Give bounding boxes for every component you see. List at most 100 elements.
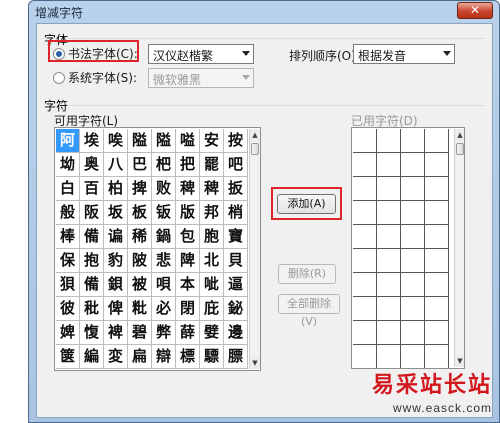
scroll-down-icon[interactable]: ▼: [250, 357, 260, 369]
char-cell[interactable]: 膘: [224, 345, 248, 369]
char-cell[interactable]: 百: [80, 177, 104, 201]
char-cell[interactable]: 邊: [224, 321, 248, 345]
used-char-cell[interactable]: [353, 129, 377, 153]
close-button[interactable]: ✕: [457, 2, 493, 19]
char-cell[interactable]: 阿: [56, 129, 80, 153]
used-char-cell[interactable]: [401, 225, 425, 249]
used-char-cell[interactable]: [353, 249, 377, 273]
char-cell[interactable]: 邦: [200, 201, 224, 225]
char-cell[interactable]: 版: [176, 201, 200, 225]
used-char-cell[interactable]: [401, 273, 425, 297]
char-cell[interactable]: 隘: [152, 129, 176, 153]
char-cell[interactable]: 悲: [152, 249, 176, 273]
used-char-cell[interactable]: [377, 249, 401, 273]
char-cell[interactable]: 編: [80, 345, 104, 369]
scroll-thumb[interactable]: [251, 143, 259, 155]
char-cell[interactable]: 庇: [200, 297, 224, 321]
used-char-cell[interactable]: [401, 201, 425, 225]
char-cell[interactable]: 本: [176, 273, 200, 297]
char-cell[interactable]: 裨: [104, 321, 128, 345]
char-cell[interactable]: 包: [176, 225, 200, 249]
used-char-cell[interactable]: [377, 297, 401, 321]
used-char-cell[interactable]: [353, 153, 377, 177]
char-cell[interactable]: 北: [200, 249, 224, 273]
char-cell[interactable]: 般: [56, 201, 80, 225]
used-char-cell[interactable]: [377, 225, 401, 249]
char-cell[interactable]: 扳: [224, 177, 248, 201]
char-cell[interactable]: 败: [152, 177, 176, 201]
available-scrollbar[interactable]: ▲ ▼: [249, 129, 260, 369]
used-char-cell[interactable]: [425, 177, 449, 201]
char-cell[interactable]: 吧: [224, 153, 248, 177]
used-char-cell[interactable]: [425, 345, 449, 368]
used-chars-grid[interactable]: ▲ ▼: [351, 127, 465, 369]
used-char-cell[interactable]: [401, 345, 425, 368]
char-cell[interactable]: 粃: [128, 297, 152, 321]
used-char-cell[interactable]: [377, 201, 401, 225]
char-cell[interactable]: 罷: [200, 153, 224, 177]
scroll-down-icon[interactable]: ▼: [455, 355, 464, 367]
char-cell[interactable]: 愎: [80, 321, 104, 345]
char-cell[interactable]: 唉: [104, 129, 128, 153]
char-cell[interactable]: 碧: [128, 321, 152, 345]
char-cell[interactable]: 八: [104, 153, 128, 177]
used-char-cell[interactable]: [425, 201, 449, 225]
char-cell[interactable]: 棒: [56, 225, 80, 249]
title-bar[interactable]: 增减字符 ✕: [29, 1, 499, 23]
scroll-thumb[interactable]: [456, 143, 464, 155]
used-char-cell[interactable]: [425, 249, 449, 273]
char-cell[interactable]: 俾: [104, 297, 128, 321]
char-cell[interactable]: 箧: [56, 345, 80, 369]
char-cell[interactable]: 貝: [224, 249, 248, 273]
used-char-cell[interactable]: [425, 153, 449, 177]
char-cell[interactable]: 按: [224, 129, 248, 153]
char-cell[interactable]: 被: [128, 273, 152, 297]
used-char-cell[interactable]: [425, 225, 449, 249]
used-char-cell[interactable]: [377, 273, 401, 297]
char-cell[interactable]: 稀: [128, 225, 152, 249]
char-cell[interactable]: 呲: [200, 273, 224, 297]
char-cell[interactable]: 奥: [80, 153, 104, 177]
delete-all-button[interactable]: 全部删除(V): [278, 294, 340, 328]
available-chars-grid[interactable]: 阿埃唉隘隘嗌安按坳奥八巴杷把罷吧白百柏捭败稗稗扳般阪坂板钣版邦梢棒備谝稀鍋包胞寶…: [54, 127, 261, 371]
char-cell[interactable]: 板: [128, 201, 152, 225]
used-char-cell[interactable]: [401, 249, 425, 273]
used-char-cell[interactable]: [353, 273, 377, 297]
char-cell[interactable]: 標: [176, 345, 200, 369]
used-scrollbar[interactable]: ▲ ▼: [454, 129, 464, 367]
used-char-cell[interactable]: [401, 177, 425, 201]
system-font-select[interactable]: 微软雅黑: [148, 68, 254, 88]
char-cell[interactable]: 坳: [56, 153, 80, 177]
char-cell[interactable]: 胞: [200, 225, 224, 249]
char-cell[interactable]: 鉍: [224, 297, 248, 321]
char-cell[interactable]: 驃: [200, 345, 224, 369]
char-cell[interactable]: 鋇: [104, 273, 128, 297]
char-cell[interactable]: 備: [80, 225, 104, 249]
used-char-cell[interactable]: [353, 177, 377, 201]
char-cell[interactable]: 捭: [128, 177, 152, 201]
char-cell[interactable]: 必: [152, 297, 176, 321]
char-cell[interactable]: 抱: [80, 249, 104, 273]
used-char-cell[interactable]: [353, 297, 377, 321]
used-char-cell[interactable]: [377, 153, 401, 177]
char-cell[interactable]: 嗌: [176, 129, 200, 153]
used-char-cell[interactable]: [377, 177, 401, 201]
system-font-radio[interactable]: 系统字体(S):: [53, 69, 137, 86]
char-cell[interactable]: 柏: [104, 177, 128, 201]
char-cell[interactable]: 谝: [104, 225, 128, 249]
char-cell[interactable]: 陴: [176, 249, 200, 273]
char-cell[interactable]: 陂: [128, 249, 152, 273]
char-cell[interactable]: 阪: [80, 201, 104, 225]
calligraphy-font-select[interactable]: 汉仪赵楷繁: [148, 44, 254, 64]
char-cell[interactable]: 稗: [200, 177, 224, 201]
char-cell[interactable]: 弊: [152, 321, 176, 345]
char-cell[interactable]: 辯: [152, 345, 176, 369]
used-char-cell[interactable]: [353, 225, 377, 249]
char-cell[interactable]: 坂: [104, 201, 128, 225]
char-cell[interactable]: 埃: [80, 129, 104, 153]
char-cell[interactable]: 白: [56, 177, 80, 201]
char-cell[interactable]: 钣: [152, 201, 176, 225]
char-cell[interactable]: 嬖: [200, 321, 224, 345]
scroll-up-icon[interactable]: ▲: [455, 129, 464, 141]
char-cell[interactable]: 巴: [128, 153, 152, 177]
